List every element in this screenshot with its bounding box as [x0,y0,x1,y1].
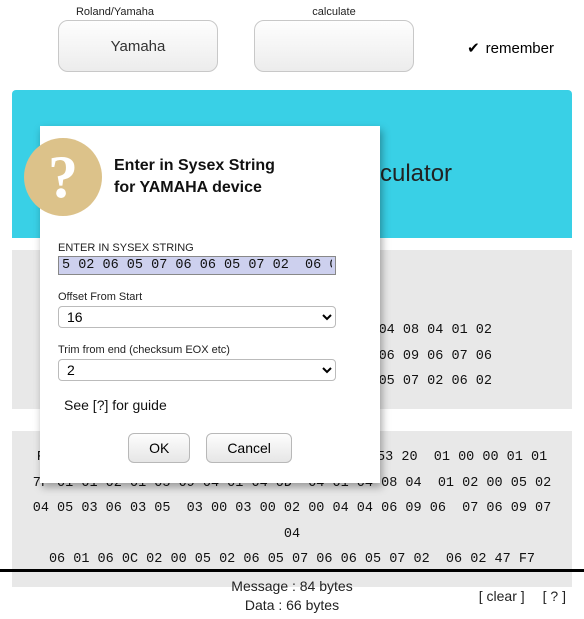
remember-checkbox[interactable]: ✔ remember [467,6,572,57]
sysex-input-dialog: Enter in Sysex String for YAMAHA device … [40,126,380,483]
brand-select-button[interactable]: Yamaha [58,20,218,72]
remember-label: remember [486,40,554,57]
help-button[interactable]: [ ? ] [543,588,566,604]
data-bytes: Data : 66 bytes [231,596,352,614]
dialog-title-line1: Enter in Sysex String [114,155,275,177]
offset-select[interactable]: 16 [58,306,336,328]
brand-select-label: Roland/Yamaha [76,6,154,18]
message-bytes: Message : 84 bytes [231,577,352,595]
sysex-input[interactable] [58,256,336,275]
trim-label: Trim from end (checksum EOX etc) [58,344,362,356]
ok-button[interactable]: OK [128,433,190,463]
sysex-input-label: ENTER IN SYSEX STRING [58,242,362,254]
page-title-partial: culator [380,160,452,188]
guide-hint: See [?] for guide [64,397,362,413]
dialog-title-line2: for YAMAHA device [114,177,275,199]
status-bar: Message : 84 bytes Data : 66 bytes [ cle… [0,569,584,619]
cancel-button[interactable]: Cancel [206,433,292,463]
offset-label: Offset From Start [58,291,362,303]
calculate-button[interactable] [254,20,414,72]
checkmark-icon: ✔ [467,41,480,56]
question-icon [24,138,102,216]
clear-button[interactable]: [ clear ] [479,588,525,604]
trim-select[interactable]: 2 [58,359,336,381]
calculate-label: calculate [312,6,355,18]
